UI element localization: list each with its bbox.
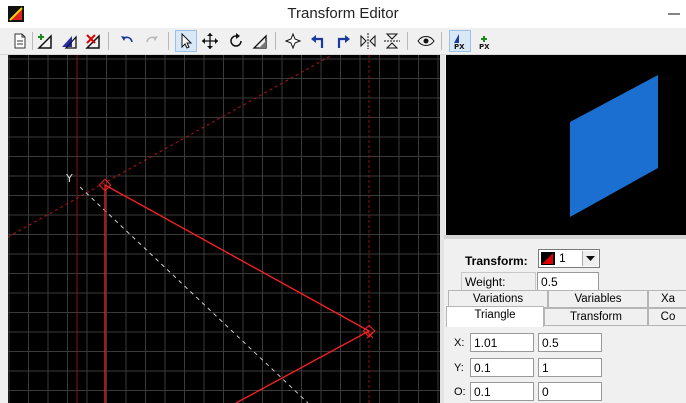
y-b-input[interactable]: 1	[538, 358, 602, 377]
scale-icon[interactable]	[250, 31, 270, 51]
tab-variables[interactable]: Variables	[548, 290, 648, 308]
triangle-swatch-icon	[541, 252, 555, 265]
toolbar-separator	[32, 32, 33, 50]
pointer-icon[interactable]	[175, 30, 197, 52]
toolbar-separator	[407, 32, 408, 50]
weight-input[interactable]: 0.5	[537, 272, 599, 291]
redo-icon[interactable]	[142, 31, 162, 51]
transform-label: Transform:	[465, 254, 528, 268]
preview-shape	[570, 75, 658, 217]
rotate-icon[interactable]	[226, 31, 246, 51]
chevron-down-icon[interactable]	[582, 251, 598, 266]
toolbar-separator	[441, 32, 442, 50]
tab-colors[interactable]: Co	[648, 308, 686, 326]
toolbar-separator	[275, 32, 276, 50]
x-row-label: X:	[454, 337, 465, 349]
rotate-right-icon[interactable]	[333, 31, 353, 51]
svg-text:PX: PX	[454, 43, 465, 50]
transform-triangle[interactable]	[104, 183, 371, 403]
properties-panel: Transform: 1 Weight: 0.5 Variations Vari…	[444, 240, 686, 403]
move-icon[interactable]	[200, 31, 220, 51]
o-row-label: O:	[454, 386, 466, 398]
preview-panel	[446, 55, 686, 235]
add-triangle-icon[interactable]	[35, 31, 55, 51]
toolbar-separator	[168, 32, 169, 50]
x-a-input[interactable]: 1.01	[470, 333, 534, 352]
grid-view[interactable]: Y	[8, 55, 440, 403]
o-b-input[interactable]: 0	[538, 382, 602, 401]
eye-icon[interactable]	[416, 31, 436, 51]
minimize-icon[interactable]	[662, 6, 686, 22]
title-bar: Transform Editor	[0, 0, 686, 28]
preview-divider[interactable]	[444, 235, 686, 239]
tab-transform[interactable]: Transform	[544, 308, 648, 326]
post-transform-icon[interactable]: PX	[449, 30, 471, 52]
center-icon[interactable]	[283, 31, 303, 51]
tab-triangle[interactable]: Triangle	[446, 306, 544, 327]
duplicate-triangle-icon[interactable]	[59, 31, 79, 51]
transform-value: 1	[559, 251, 566, 265]
diagonal-guide	[8, 55, 334, 238]
weight-label: Weight:	[461, 272, 536, 291]
undo-icon[interactable]	[117, 31, 137, 51]
delete-triangle-icon[interactable]	[83, 31, 103, 51]
new-document-icon[interactable]	[10, 31, 30, 51]
window-title: Transform Editor	[287, 5, 399, 22]
transform-select[interactable]: 1	[538, 249, 600, 268]
flip-vertical-icon[interactable]	[382, 31, 402, 51]
flip-horizontal-icon[interactable]	[358, 31, 378, 51]
tab-xaos[interactable]: Xa	[648, 290, 686, 308]
toolbar-separator	[108, 32, 109, 50]
o-a-input[interactable]: 0.1	[470, 382, 534, 401]
x-b-input[interactable]: 0.5	[538, 333, 602, 352]
svg-text:PX: PX	[479, 43, 490, 50]
y-axis-label: Y	[65, 172, 73, 185]
y-row-label: Y:	[454, 362, 464, 374]
y-a-input[interactable]: 0.1	[470, 358, 534, 377]
rotate-left-icon[interactable]	[308, 31, 328, 51]
add-post-transform-icon[interactable]: PX	[475, 31, 495, 51]
toolbar: PX PX	[0, 28, 686, 55]
transform-canvas[interactable]: Y	[8, 55, 440, 403]
